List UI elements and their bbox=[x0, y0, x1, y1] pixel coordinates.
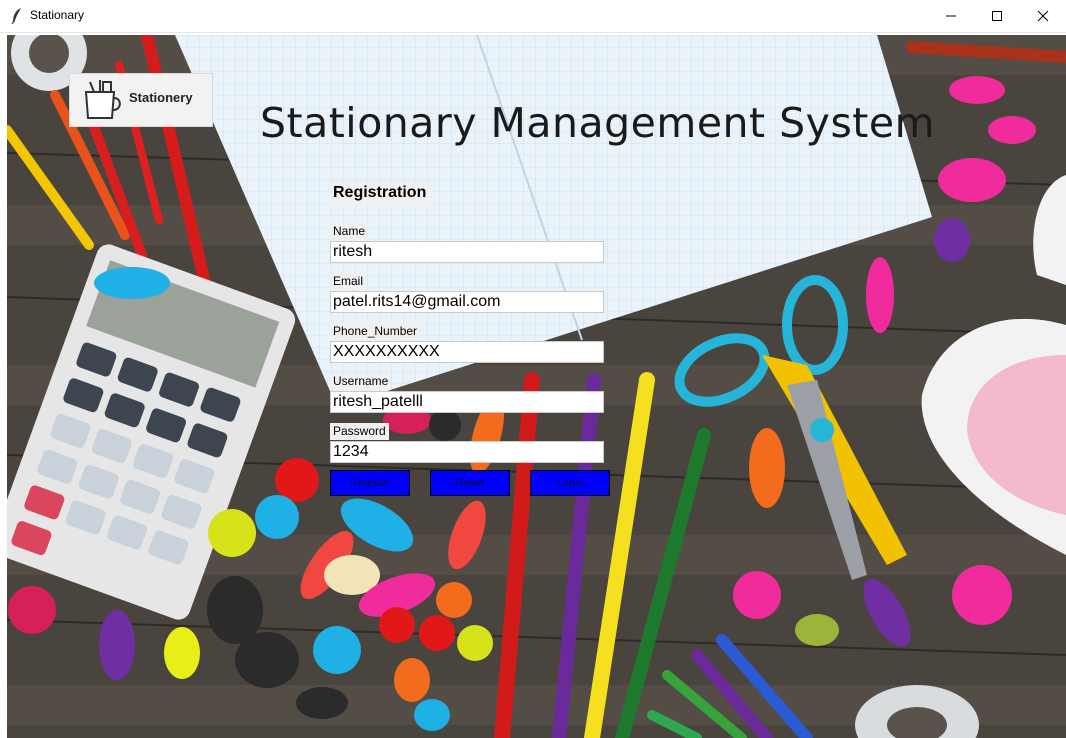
minimize-icon bbox=[946, 15, 956, 17]
username-field[interactable] bbox=[330, 391, 604, 413]
close-icon bbox=[1037, 10, 1049, 22]
login-button[interactable]: Login bbox=[530, 470, 610, 496]
maximize-button[interactable] bbox=[974, 0, 1020, 32]
register-button[interactable]: Register bbox=[330, 470, 410, 496]
stationery-logo: Stationery bbox=[69, 73, 213, 127]
maximize-icon bbox=[992, 11, 1002, 21]
minimize-button[interactable] bbox=[928, 0, 974, 32]
phone-number-field[interactable] bbox=[330, 341, 604, 363]
registration-heading: Registration bbox=[330, 181, 430, 205]
password-field[interactable] bbox=[330, 441, 604, 463]
username-label: Username bbox=[330, 373, 392, 390]
phone-number-label: Phone_Number bbox=[330, 323, 421, 340]
close-button[interactable] bbox=[1020, 0, 1066, 32]
app-canvas: Stationery Stationary Management System … bbox=[7, 35, 1066, 738]
email-field[interactable] bbox=[330, 291, 604, 313]
email-label: Email bbox=[330, 273, 367, 290]
page-title: Stationary Management System bbox=[260, 99, 936, 147]
feather-icon bbox=[11, 8, 21, 25]
logo-text: Stationery bbox=[129, 90, 193, 105]
reset-button[interactable]: Reset bbox=[430, 470, 510, 496]
password-label: Password bbox=[330, 423, 389, 440]
name-field[interactable] bbox=[330, 241, 604, 263]
name-label: Name bbox=[330, 223, 369, 240]
window-title: Stationary bbox=[30, 8, 85, 22]
title-bar: Stationary bbox=[0, 0, 1066, 33]
stationery-cup-icon bbox=[84, 80, 121, 119]
